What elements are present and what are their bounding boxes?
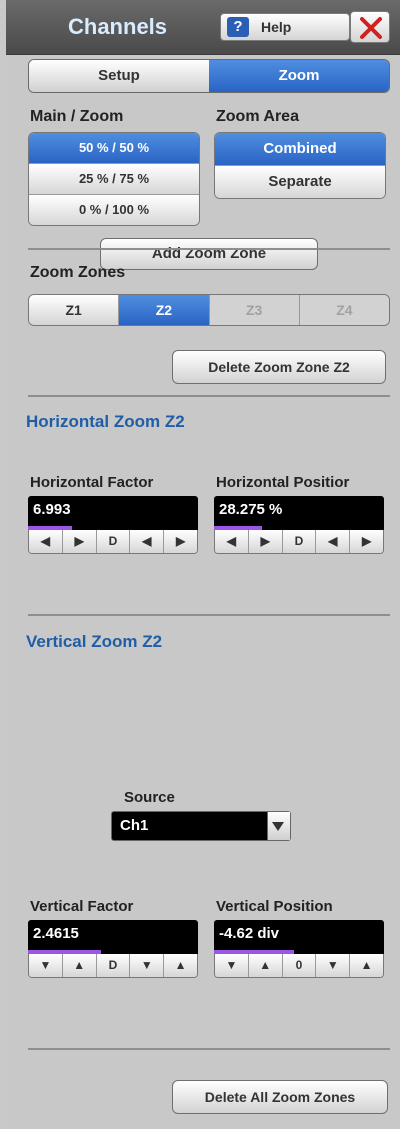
coarse-down-button[interactable]: ◀ <box>129 530 164 553</box>
coarse-down-button[interactable]: ▼ <box>315 954 350 977</box>
delete-zoom-zone-button[interactable]: Delete Zoom Zone Z2 <box>172 350 386 384</box>
help-button[interactable]: ? Help <box>220 13 350 41</box>
vertical-position-buttons: ▼ ▲ 0 ▼ ▲ <box>214 954 384 978</box>
close-x-icon <box>360 17 382 39</box>
delete-all-zoom-zones-button[interactable]: Delete All Zoom Zones <box>172 1080 388 1114</box>
fine-down-button[interactable]: ▼ <box>215 954 248 977</box>
divider <box>28 614 390 616</box>
fine-up-button[interactable]: ▶ <box>61 530 96 553</box>
level-bar <box>214 526 384 530</box>
horizontal-position-label: Horizontal Positior <box>216 474 350 491</box>
zoom-area-option[interactable]: Combined <box>215 133 385 165</box>
tab-bar: Setup Zoom <box>28 59 390 93</box>
question-icon: ? <box>227 17 249 37</box>
vertical-factor-control: 2.4615 ▼ ▲ D ▼ ▲ <box>28 920 198 978</box>
horizontal-factor-control: 6.993 ◀ ▶ D ◀ ▶ <box>28 496 198 554</box>
source-select[interactable]: Ch1 <box>111 811 291 841</box>
vertical-factor-label: Vertical Factor <box>30 898 134 915</box>
coarse-up-button[interactable]: ▶ <box>163 530 197 553</box>
level-bar <box>28 526 198 530</box>
vertical-position-control: -4.62 div ▼ ▲ 0 ▼ ▲ <box>214 920 384 978</box>
vertical-factor-value[interactable]: 2.4615 <box>28 920 198 954</box>
main-zoom-option[interactable]: 25 % / 75 % <box>29 163 199 194</box>
zone-z1[interactable]: Z1 <box>29 295 119 325</box>
level-bar-fill <box>214 526 262 530</box>
horizontal-position-value[interactable]: 28.275 % <box>214 496 384 530</box>
source-value: Ch1 <box>120 817 149 834</box>
horizontal-zoom-title: Horizontal Zoom Z2 <box>26 412 185 431</box>
tab-setup[interactable]: Setup <box>29 60 209 92</box>
vertical-zoom-title: Vertical Zoom Z2 <box>26 632 163 651</box>
level-bar <box>214 950 384 954</box>
default-button[interactable]: D <box>281 530 316 553</box>
vertical-factor-text: 2.4615 <box>33 925 79 942</box>
horizontal-position-buttons: ◀ ▶ D ◀ ▶ <box>214 530 384 554</box>
zoom-area-options: Combined Separate <box>214 132 386 199</box>
coarse-up-button[interactable]: ▶ <box>349 530 383 553</box>
zone-z3: Z3 <box>208 295 299 325</box>
coarse-up-button[interactable]: ▲ <box>349 954 383 977</box>
level-bar <box>28 950 198 954</box>
chevron-down-icon[interactable] <box>267 812 290 840</box>
source-label: Source <box>124 789 175 806</box>
fine-up-button[interactable]: ▲ <box>247 954 282 977</box>
main-zoom-label: Main / Zoom <box>30 108 124 125</box>
divider <box>28 395 390 397</box>
horizontal-factor-value[interactable]: 6.993 <box>28 496 198 530</box>
coarse-down-button[interactable]: ◀ <box>315 530 350 553</box>
divider <box>28 248 390 250</box>
tab-zoom[interactable]: Zoom <box>209 60 389 92</box>
level-bar-fill <box>214 950 294 954</box>
horizontal-factor-label: Horizontal Factor <box>30 474 154 491</box>
vertical-factor-buttons: ▼ ▲ D ▼ ▲ <box>28 954 198 978</box>
level-bar-fill <box>28 950 102 954</box>
vertical-position-text: -4.62 div <box>219 925 280 942</box>
zone-z4: Z4 <box>298 295 389 325</box>
zoom-zones-label: Zoom Zones <box>30 264 126 281</box>
fine-up-button[interactable]: ▶ <box>247 530 282 553</box>
vertical-position-value[interactable]: -4.62 div <box>214 920 384 954</box>
add-zoom-zone-button[interactable]: Add Zoom Zone <box>100 238 318 270</box>
horizontal-position-control: 28.275 % ◀ ▶ D ◀ ▶ <box>214 496 384 554</box>
help-label: Help <box>261 19 292 35</box>
zoom-zones-selector: Z1 Z2 Z3 Z4 <box>28 294 390 326</box>
horizontal-position-text: 28.275 % <box>219 501 283 518</box>
coarse-down-button[interactable]: ▼ <box>129 954 164 977</box>
panel-header: Channels ? Help <box>6 0 400 55</box>
default-button[interactable]: D <box>95 954 130 977</box>
horizontal-factor-text: 6.993 <box>33 501 71 518</box>
fine-down-button[interactable]: ▼ <box>29 954 62 977</box>
panel-title: Channels <box>68 14 168 39</box>
fine-down-button[interactable]: ◀ <box>29 530 62 553</box>
main-zoom-options: 50 % / 50 % 25 % / 75 % 0 % / 100 % <box>28 132 200 226</box>
zone-z2[interactable]: Z2 <box>118 295 209 325</box>
channels-panel: Channels ? Help Setup Zoom Main / Zoom 5… <box>6 0 400 1129</box>
main-zoom-option[interactable]: 0 % / 100 % <box>29 194 199 225</box>
main-zoom-option[interactable]: 50 % / 50 % <box>29 133 199 163</box>
coarse-up-button[interactable]: ▲ <box>163 954 197 977</box>
zoom-area-option[interactable]: Separate <box>215 165 385 198</box>
level-bar-fill <box>28 526 73 530</box>
zoom-area-label: Zoom Area <box>216 108 299 125</box>
divider <box>28 1048 390 1050</box>
close-button[interactable] <box>350 11 390 43</box>
zero-button[interactable]: 0 <box>281 954 316 977</box>
fine-down-button[interactable]: ◀ <box>215 530 248 553</box>
fine-up-button[interactable]: ▲ <box>61 954 96 977</box>
vertical-position-label: Vertical Position <box>216 898 333 915</box>
horizontal-factor-buttons: ◀ ▶ D ◀ ▶ <box>28 530 198 554</box>
default-button[interactable]: D <box>95 530 130 553</box>
